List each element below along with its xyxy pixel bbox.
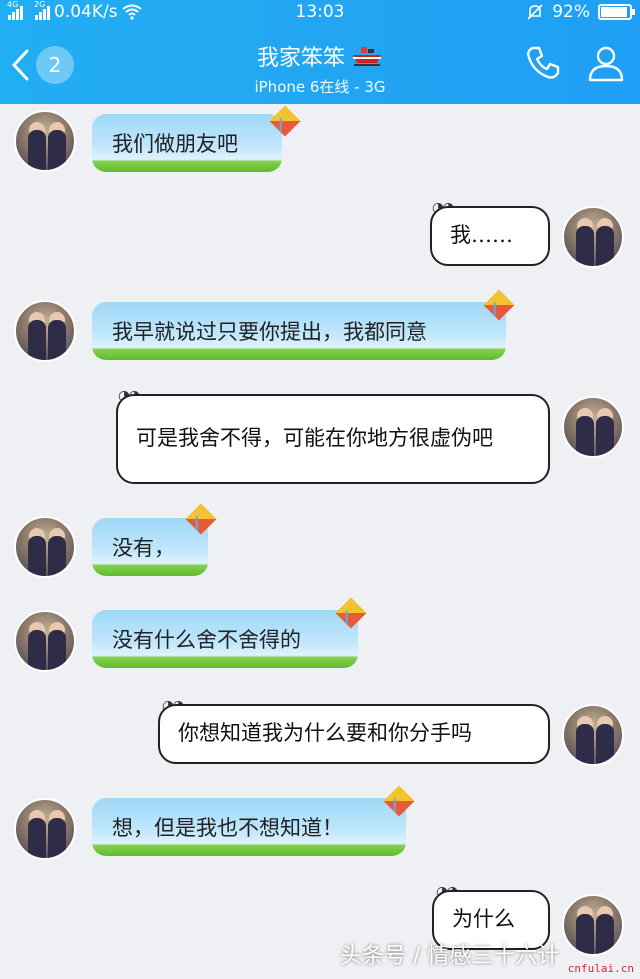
profile-icon[interactable] bbox=[586, 44, 626, 82]
contact-avatar[interactable] bbox=[14, 516, 76, 578]
battery-icon bbox=[598, 4, 635, 20]
message-text: 没有什么舍不舍得的 bbox=[112, 628, 301, 652]
battery-percent: 92% bbox=[552, 2, 590, 22]
message-text: 我们做朋友吧 bbox=[112, 132, 238, 156]
contact-avatar[interactable] bbox=[14, 110, 76, 172]
status-bar: 4G 2G 0.04K/s 13:03 92% bbox=[0, 0, 640, 26]
user-avatar[interactable] bbox=[562, 704, 624, 766]
message-bubble[interactable]: 我们做朋友吧 bbox=[92, 114, 282, 172]
message-bubble[interactable]: 想，但是我也不想知道！ bbox=[92, 798, 406, 856]
chat-header: 4G 2G 0.04K/s 13:03 92% 2 我家笨笨 iPhone 6在… bbox=[0, 0, 640, 104]
message-text: 我早就说过只要你提出，我都同意 bbox=[112, 320, 427, 344]
boat-icon bbox=[353, 47, 381, 66]
user-avatar[interactable] bbox=[562, 206, 624, 268]
contact-avatar[interactable] bbox=[14, 300, 76, 362]
message-bubble[interactable]: 我…… bbox=[430, 206, 550, 266]
mute-bell-icon bbox=[527, 4, 543, 20]
message-text: 你想知道我为什么要和你分手吗 bbox=[178, 721, 472, 746]
contact-avatar[interactable] bbox=[14, 798, 76, 860]
message-text: 没有， bbox=[112, 536, 175, 560]
user-avatar[interactable] bbox=[562, 894, 624, 956]
message-text: 我…… bbox=[450, 223, 513, 248]
phone-icon[interactable] bbox=[524, 44, 562, 82]
message-text: 想，但是我也不想知道！ bbox=[112, 816, 343, 840]
message-bubble[interactable]: 没有什么舍不舍得的 bbox=[92, 610, 358, 668]
message-text: 可是我舍不得，可能在你地方很虚伪吧 bbox=[136, 426, 493, 451]
user-avatar[interactable] bbox=[562, 396, 624, 458]
message-bubble[interactable]: 没有， bbox=[92, 518, 208, 576]
contact-avatar[interactable] bbox=[14, 610, 76, 672]
contact-name: 我家笨笨 bbox=[256, 46, 345, 71]
watermark-text: 头条号 / 情感三十六计 bbox=[340, 944, 560, 969]
message-bubble[interactable]: 你想知道我为什么要和你分手吗 bbox=[158, 704, 550, 764]
message-bubble[interactable]: 可是我舍不得，可能在你地方很虚伪吧 bbox=[116, 394, 550, 484]
chat-area[interactable]: 我们做朋友吧 ◔◔ 我…… 我早就说过只要你提出，我都同意 ◔◔ 可是我舍不得，… bbox=[0, 104, 640, 979]
message-text: 为什么 bbox=[452, 907, 515, 932]
watermark-site: cnfulai.cn bbox=[567, 962, 634, 975]
message-bubble[interactable]: 我早就说过只要你提出，我都同意 bbox=[92, 302, 506, 360]
